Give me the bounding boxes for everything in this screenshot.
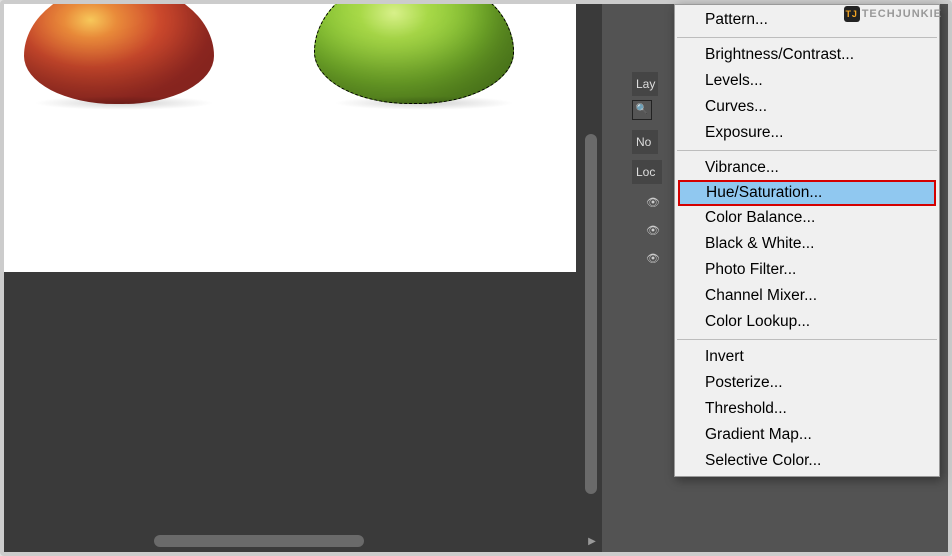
document-canvas[interactable] [4, 4, 576, 272]
vertical-scrollbar[interactable] [582, 4, 600, 532]
object-green-apple [314, 4, 514, 104]
vertical-scroll-thumb[interactable] [585, 134, 597, 494]
watermark: TJTECHJUNKIE [844, 6, 942, 22]
menu-item-vibrance[interactable]: Vibrance... [675, 155, 939, 181]
shadow-green-apple [334, 96, 514, 110]
horizontal-scrollbar[interactable] [4, 532, 582, 550]
menu-item-channel-mixer[interactable]: Channel Mixer... [675, 283, 939, 309]
horizontal-scroll-thumb[interactable] [154, 535, 364, 547]
layers-tab[interactable]: Lay [632, 72, 658, 96]
menu-item-black-white[interactable]: Black & White... [675, 231, 939, 257]
lock-label: Loc [632, 160, 662, 184]
menu-item-color-balance[interactable]: Color Balance... [675, 205, 939, 231]
menu-separator [677, 37, 937, 38]
menu-item-threshold[interactable]: Threshold... [675, 396, 939, 422]
visibility-icon[interactable]: 👁 [644, 222, 662, 240]
menu-separator [677, 150, 937, 151]
search-icon[interactable]: 🔍 [632, 100, 652, 120]
object-red-apple [24, 4, 214, 104]
menu-item-levels[interactable]: Levels... [675, 68, 939, 94]
visibility-icon[interactable]: 👁 [644, 250, 662, 268]
watermark-text: TECHJUNKIE [862, 8, 942, 20]
menu-separator [677, 339, 937, 340]
menu-item-color-lookup[interactable]: Color Lookup... [675, 309, 939, 335]
visibility-icon[interactable]: 👁 [644, 194, 662, 212]
menu-item-invert[interactable]: Invert [675, 344, 939, 370]
menu-item-gradient-map[interactable]: Gradient Map... [675, 422, 939, 448]
menu-item-brightness-contrast[interactable]: Brightness/Contrast... [675, 42, 939, 68]
scroll-right-icon[interactable]: ▶ [584, 534, 600, 550]
menu-item-photo-filter[interactable]: Photo Filter... [675, 257, 939, 283]
menu-item-posterize[interactable]: Posterize... [675, 370, 939, 396]
blend-mode-dropdown[interactable]: No [632, 130, 658, 154]
watermark-logo-icon: TJ [844, 6, 860, 22]
menu-item-curves[interactable]: Curves... [675, 94, 939, 120]
menu-item-exposure[interactable]: Exposure... [675, 120, 939, 146]
canvas-area: ▶ [4, 4, 602, 552]
shadow-red-apple [34, 96, 214, 110]
menu-item-selective-color[interactable]: Selective Color... [675, 448, 939, 474]
menu-item-hue-saturation[interactable]: Hue/Saturation... [678, 180, 936, 206]
adjustment-layer-menu: Pattern...Brightness/Contrast...Levels..… [674, 4, 940, 477]
